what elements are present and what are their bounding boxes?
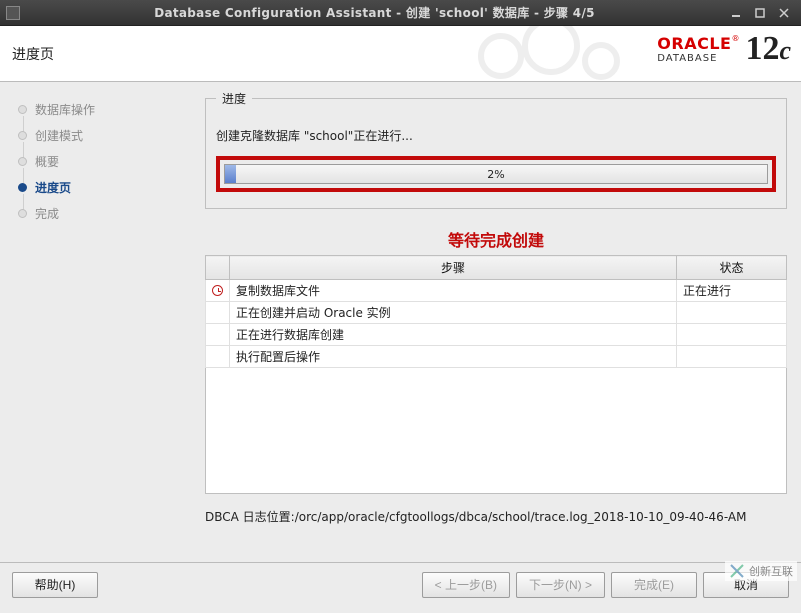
- steps-table-header-status: 状态: [677, 256, 787, 280]
- progress-highlight-box: 2%: [216, 156, 776, 192]
- sidebar-step-label: 数据库操作: [35, 101, 95, 118]
- log-path: /orc/app/oracle/cfgtoollogs/dbca/school/…: [295, 510, 747, 524]
- row-step-label: 执行配置后操作: [230, 346, 677, 368]
- footer-bar: 帮助(H) < 上一步(B) 下一步(N) > 完成(E) 取消: [0, 562, 801, 606]
- page-title: 进度页: [12, 44, 54, 64]
- brand-primary: ORACLE: [657, 34, 731, 53]
- table-row: 复制数据库文件 正在进行: [206, 280, 787, 302]
- row-status-label: 正在进行: [677, 280, 787, 302]
- window-titlebar: Database Configuration Assistant - 创建 's…: [0, 0, 801, 26]
- content-area: 进度 创建克隆数据库 "school"正在进行... 2% 等待完成创建 步骤 …: [195, 82, 801, 562]
- row-status-label: [677, 302, 787, 324]
- progress-legend: 进度: [216, 90, 252, 107]
- row-step-label: 正在进行数据库创建: [230, 324, 677, 346]
- steps-table-header-step: 步骤: [230, 256, 677, 280]
- sidebar-step-label: 概要: [35, 153, 59, 170]
- progress-info-line: 创建克隆数据库 "school"正在进行...: [216, 127, 776, 144]
- step-dot-icon: [18, 209, 27, 218]
- row-status-icon: [206, 302, 230, 324]
- row-status-icon: [206, 346, 230, 368]
- brand-version: 12c: [745, 32, 791, 66]
- step-dot-icon: [18, 131, 27, 140]
- app-icon: [6, 6, 20, 20]
- cancel-button[interactable]: 取消: [703, 572, 789, 598]
- sidebar-step-finish: 完成: [18, 200, 189, 226]
- maximize-button[interactable]: [749, 4, 771, 22]
- header-band: 进度页 ORACLE® DATABASE 12c: [0, 26, 801, 82]
- progress-fieldset: 进度 创建克隆数据库 "school"正在进行... 2%: [205, 90, 787, 209]
- brand-registered-icon: ®: [731, 34, 739, 43]
- log-location-line: DBCA 日志位置:/orc/app/oracle/cfgtoollogs/db…: [205, 508, 787, 525]
- step-dot-icon: [18, 183, 27, 192]
- row-status-label: [677, 324, 787, 346]
- row-step-label: 复制数据库文件: [230, 280, 677, 302]
- sidebar-step-db-operation: 数据库操作: [18, 96, 189, 122]
- step-dot-icon: [18, 105, 27, 114]
- row-status-icon: [206, 280, 230, 302]
- steps-table: 步骤 状态 复制数据库文件 正在进行 正在创建并启动 Oracle 实例 正: [205, 255, 787, 368]
- progress-bar: 2%: [224, 164, 768, 184]
- row-status-label: [677, 346, 787, 368]
- row-status-icon: [206, 324, 230, 346]
- sidebar-step-label: 完成: [35, 205, 59, 222]
- table-row: 正在进行数据库创建: [206, 324, 787, 346]
- sidebar-step-summary: 概要: [18, 148, 189, 174]
- sidebar-step-create-mode: 创建模式: [18, 122, 189, 148]
- annotation-wait-note: 等待完成创建: [205, 227, 787, 251]
- sidebar-step-progress: 进度页: [18, 174, 189, 200]
- gears-decoration: [461, 26, 641, 82]
- progress-percent-label: 2%: [225, 165, 767, 183]
- steps-table-header-icon: [206, 256, 230, 280]
- log-prefix: DBCA 日志位置:: [205, 510, 295, 524]
- table-row: 正在创建并启动 Oracle 实例: [206, 302, 787, 324]
- table-row: 执行配置后操作: [206, 346, 787, 368]
- row-step-label: 正在创建并启动 Oracle 实例: [230, 302, 677, 324]
- step-dot-icon: [18, 157, 27, 166]
- sidebar-step-label: 进度页: [35, 179, 71, 196]
- steps-table-empty-area: [205, 368, 787, 494]
- main-body: 数据库操作 创建模式 概要 进度页 完成 进度 创建克隆数据库 "school"…: [0, 82, 801, 562]
- close-button[interactable]: [773, 4, 795, 22]
- finish-button[interactable]: 完成(E): [611, 572, 697, 598]
- brand-block: ORACLE® DATABASE 12c: [657, 32, 791, 66]
- window-title: Database Configuration Assistant - 创建 's…: [26, 4, 723, 21]
- next-button[interactable]: 下一步(N) >: [516, 572, 605, 598]
- help-button[interactable]: 帮助(H): [12, 572, 98, 598]
- wizard-sidebar: 数据库操作 创建模式 概要 进度页 完成: [0, 82, 195, 562]
- minimize-button[interactable]: [725, 4, 747, 22]
- back-button[interactable]: < 上一步(B): [422, 572, 510, 598]
- sidebar-step-label: 创建模式: [35, 127, 83, 144]
- brand-secondary: DATABASE: [657, 53, 739, 64]
- clock-icon: [212, 285, 223, 296]
